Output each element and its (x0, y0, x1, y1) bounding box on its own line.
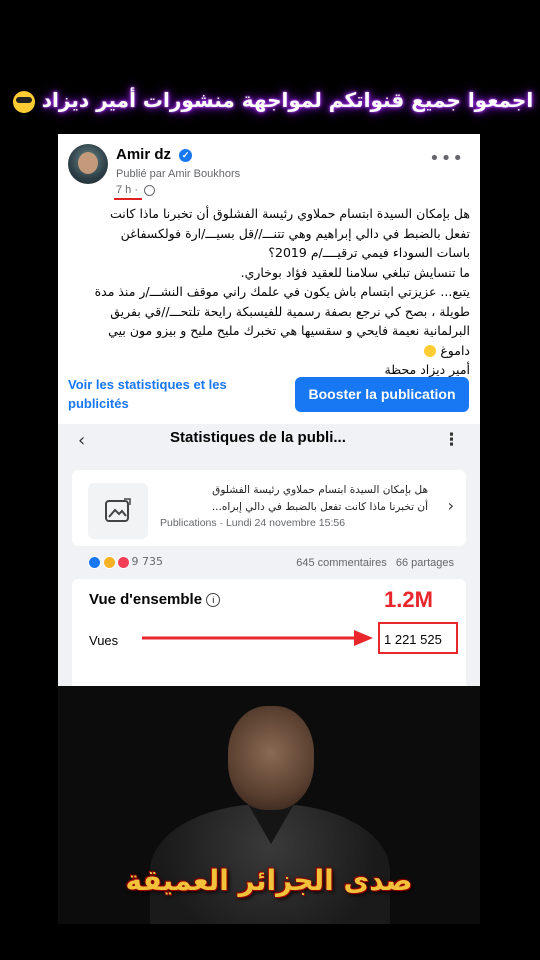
post-author[interactable]: Amir dz ✓ (116, 146, 193, 163)
post-signature: أمير ديزاد محظة (384, 362, 471, 377)
chevron-right-icon[interactable]: › (448, 496, 454, 515)
views-value: 1 221 525 (384, 632, 442, 647)
red-underline-annotation (114, 198, 142, 200)
preview-meta: Publications · Lundi 24 novembre 15:56 (160, 517, 346, 529)
photo-head-shape (228, 706, 314, 810)
facebook-post-card: Amir dz ✓ Publié par Amir Boukhors 7 h ·… (58, 134, 480, 686)
stats-header: ‹ Statistiques de la publi... ⋮ (58, 424, 480, 464)
views-annotation: 1.2M (384, 587, 433, 612)
verified-badge-icon: ✓ (179, 148, 193, 162)
post-time-text[interactable]: 7 h · (116, 184, 138, 196)
post-body: هل بإمكان السيدة ابتسام حملاوي رئيسة الف… (94, 206, 470, 358)
post-preview[interactable]: هل بإمكان السيدة ابتسام حملاوي رئيسة الف… (72, 470, 466, 546)
info-icon[interactable]: i (206, 593, 221, 608)
shares-count[interactable]: 66 partages (396, 557, 454, 569)
author-name[interactable]: Amir dz (116, 146, 171, 163)
like-reaction-icon (88, 555, 101, 569)
preview-line-2: أن تخبرنا ماذا كانت تفعل بالضبط في دالي … (211, 501, 428, 513)
post-header: Amir dz ✓ Publié par Amir Boukhors 7 h ·… (68, 144, 470, 200)
globe-icon (144, 184, 156, 196)
overview-title: Vue d'ensemble i (89, 591, 221, 608)
kiss-emoji-icon (424, 345, 437, 357)
view-stats-link[interactable]: Voir les statistiques et les publicités (68, 375, 258, 413)
avatar[interactable] (68, 144, 108, 184)
reactions-count: 9 735 (131, 555, 164, 568)
boost-post-button[interactable]: Booster la publication (295, 377, 469, 412)
views-label: Vues (89, 633, 119, 648)
published-by: Publié par Amir Boukhors (116, 168, 241, 180)
overview-panel: Vue d'ensemble i 1.2M Vues 1 221 525 (72, 579, 466, 686)
stats-title: Statistiques de la publi... (170, 429, 346, 446)
haha-reaction-icon (102, 555, 116, 569)
reactions-summary[interactable]: 9 735 (88, 555, 163, 569)
more-options-icon[interactable]: ••• (429, 148, 464, 169)
love-reaction-icon (117, 555, 130, 569)
red-arrow-annotation (142, 630, 373, 646)
person-photo: صدى الجزائر العميقة (58, 686, 480, 924)
post-text: هل بإمكان السيدة ابتسام حملاوي رئيسة الف… (68, 204, 470, 380)
back-chevron-icon[interactable]: ‹ (78, 430, 85, 451)
post-time[interactable]: 7 h · (116, 184, 156, 196)
top-caption-text: اجمعوا جميع قنواتكم لمواجهة منشورات أمير… (41, 88, 534, 112)
overview-title-text: Vue d'ensemble (89, 591, 203, 608)
sunglasses-emoji-icon (12, 90, 35, 113)
kebab-menu-icon[interactable]: ⋮ (443, 430, 460, 450)
preview-text: هل بإمكان السيدة ابتسام حملاوي رئيسة الف… (160, 482, 428, 516)
top-caption: اجمعوا جميع قنواتكم لمواجهة منشورات أمير… (0, 88, 540, 113)
comments-count[interactable]: 645 commentaires (296, 557, 387, 569)
stats-screenshot: ‹ Statistiques de la publi... ⋮ هل بإمكا… (58, 424, 480, 686)
image-placeholder-icon (88, 483, 148, 539)
engagement-counts: 645 commentaires 66 partages (296, 557, 454, 569)
preview-line-1: هل بإمكان السيدة ابتسام حملاوي رئيسة الف… (212, 484, 428, 496)
photo-caption: صدى الجزائر العميقة (125, 864, 413, 897)
